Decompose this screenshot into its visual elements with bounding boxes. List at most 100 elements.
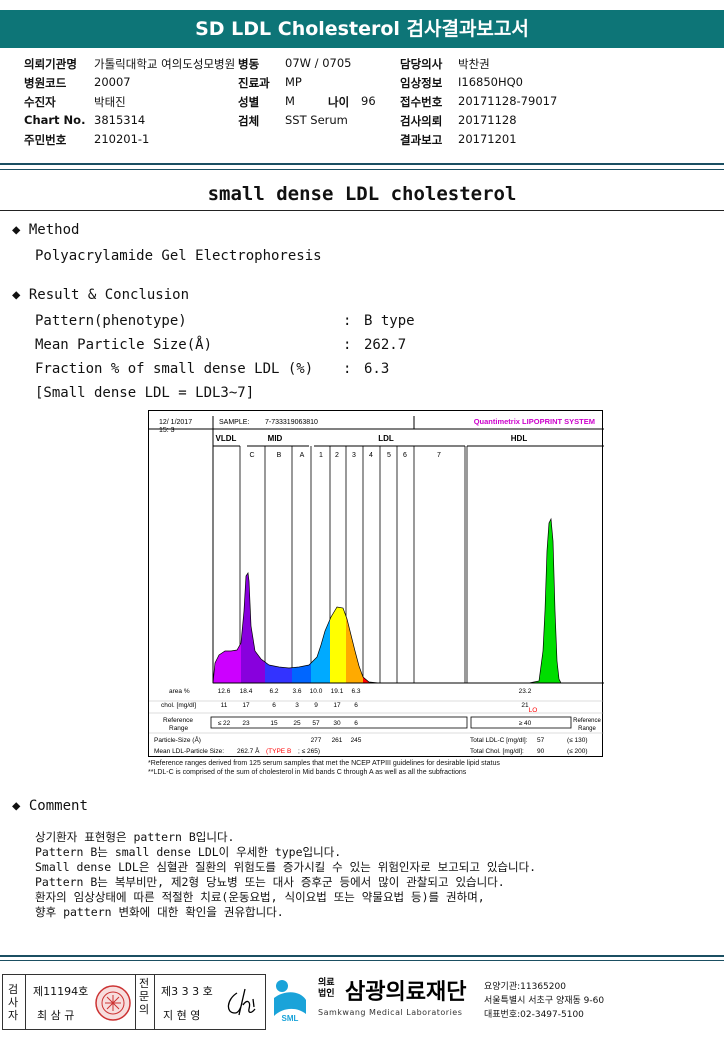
- band-fill-region: [465, 519, 604, 683]
- result-colon: :: [343, 313, 352, 329]
- table-ref-label-1: Reference: [163, 717, 193, 724]
- result-heading: Result & Conclusion: [28, 287, 190, 303]
- value-receipt-no: 20171128-79017: [458, 94, 558, 108]
- table-total-chol-value: 90: [537, 748, 545, 755]
- divider: [0, 163, 724, 165]
- chol-value: 17: [242, 702, 250, 709]
- chart-date: 12/ 1/2017: [159, 419, 192, 426]
- table-mean-type: (TYPE B: [266, 748, 291, 755]
- label-age: 나이: [328, 95, 350, 109]
- divider: [154, 975, 155, 1029]
- comment-line: Pattern B는 복부비만, 제2형 당뇨병 또는 대사 증후군 등에서 많…: [35, 875, 505, 889]
- chol-value: 6: [272, 702, 276, 709]
- value-patient: 박태진: [94, 95, 126, 109]
- sml-logo-icon: SML: [274, 980, 306, 1023]
- value-request-date: 20171128: [458, 113, 517, 127]
- ref-value: 25: [293, 720, 301, 727]
- chart-sample-id: 7-733319063810: [265, 419, 318, 426]
- band-label: C: [249, 452, 254, 459]
- result-label-fraction: Fraction % of small dense LDL (%): [35, 361, 314, 377]
- report-title: small dense LDL cholesterol: [207, 183, 517, 205]
- result-colon: :: [343, 337, 352, 353]
- value-clinical-info: I16850HQ0: [458, 75, 523, 89]
- band-label: 3: [352, 452, 356, 459]
- divider: [0, 169, 724, 170]
- method-heading: Method: [28, 222, 80, 238]
- ref-value: ≥ 40: [519, 720, 532, 727]
- org-english-name: Samkwang Medical Laboratories: [318, 1008, 463, 1017]
- value-hospital-code: 20007: [94, 75, 131, 89]
- table-particle-label: Particle-Size (Å): [154, 735, 201, 744]
- area-value: 18.4: [240, 688, 253, 695]
- chol-value: 21: [521, 702, 529, 709]
- signer-id-2: 제3 3 3 호: [161, 985, 213, 998]
- org-info-line: 서울특별시 서초구 양재동 9-60: [484, 996, 605, 1006]
- area-value: 10.0: [310, 688, 323, 695]
- particle-value: 245: [351, 737, 362, 744]
- handwritten-signature: [227, 988, 256, 1016]
- label-resident-no: 주민번호: [24, 133, 67, 147]
- value-department: MP: [285, 75, 302, 89]
- result-value-size: 262.7: [364, 337, 407, 353]
- label-sex: 성별: [238, 95, 260, 109]
- org-name: 삼광의료재단: [345, 980, 467, 1005]
- band-fill-region: [363, 519, 380, 683]
- chart-table: area % chol. [mg/dl] Reference Range Par…: [149, 688, 604, 755]
- area-value: 3.6: [292, 688, 301, 695]
- table-area-label: area %: [169, 688, 190, 695]
- table-total-chol-ref: (≤ 200): [567, 748, 588, 755]
- chart-footnote-2: **LDL-C is comprised of the sum of chole…: [148, 769, 467, 776]
- band-label: A: [300, 452, 305, 459]
- band-fill-region: [241, 519, 265, 683]
- group-label-hdl: HDL: [511, 434, 528, 443]
- band-label: 6: [403, 452, 407, 459]
- result-label-pattern: Pattern(phenotype): [35, 313, 187, 329]
- label-department: 진료과: [238, 76, 270, 90]
- chart-title: Quantimetrix LIPOPRINT SYSTEM: [474, 417, 595, 426]
- label-specimen: 검체: [238, 114, 260, 128]
- label-report-date: 결과보고: [400, 133, 443, 147]
- value-chart-no: 3815314: [94, 113, 146, 127]
- value-resident-no: 210201-1: [94, 132, 150, 146]
- comment-body: 상기환자 표현형은 pattern B입니다. Pattern B는 small…: [35, 830, 536, 920]
- value-sex: M: [285, 94, 295, 108]
- table-total-chol-label: Total Chol. [mg/dl]:: [470, 748, 524, 755]
- particle-value: 277: [311, 737, 322, 744]
- label-ward: 병동: [238, 57, 260, 71]
- value-doctor: 박찬권: [458, 57, 490, 71]
- table-ref-label-right-1: Reference: [573, 718, 601, 724]
- result-label-size: Mean Particle Size(Å): [35, 337, 213, 353]
- area-value: 6.3: [351, 688, 360, 695]
- value-specimen: SST Serum: [285, 113, 348, 127]
- label-receipt-no: 접수번호: [400, 95, 443, 109]
- table-ref-label-right-2: Range: [578, 726, 596, 732]
- table-mean-label: Mean LDL-Particle Size:: [154, 748, 224, 755]
- lipoprint-chart: 12/ 1/2017 15: 3 SAMPLE: 7-733319063810 …: [148, 410, 604, 757]
- ref-value: 6: [354, 720, 358, 727]
- table-total-ldl-value: 57: [537, 737, 545, 744]
- chol-value: 6: [354, 702, 358, 709]
- table-total-ldl-label: Total LDL-C [mg/dl]:: [470, 737, 528, 744]
- chol-value: 9: [314, 702, 318, 709]
- table-chol-label: chol. [mg/dl]: [161, 702, 196, 709]
- band-label: 1: [319, 452, 323, 459]
- table-mean-value: 262.7 Å: [237, 746, 260, 755]
- area-value: 23.2: [519, 688, 532, 695]
- result-value-fraction: 6.3: [364, 361, 390, 377]
- patient-info-section: 의뢰기관명 가톨릭대학교 여의도성모병원 병동 07W / 0705 담당의사 …: [24, 54, 714, 154]
- signer-id-1: 제11194호: [33, 985, 89, 998]
- logo-text: SML: [282, 1014, 299, 1023]
- signer-name-1: 최 삼 규: [37, 1009, 75, 1022]
- comment-line: 상기환자 표현형은 pattern B입니다.: [35, 830, 235, 844]
- label-request-date: 검사의뢰: [400, 114, 443, 128]
- report-header-title: SD LDL Cholesterol 검사결과보고서: [0, 10, 724, 48]
- group-label-ldl: LDL: [378, 434, 394, 443]
- group-label-mid: MID: [268, 434, 283, 443]
- chart-time: 15: 3: [159, 427, 175, 434]
- signature-block: 검사자 제11194호 최 삼 규 전문의 제3 3 3 호 지 현 영: [2, 974, 266, 1030]
- org-type: 의료 법인: [318, 978, 335, 1000]
- official-seal-icon: [95, 985, 131, 1021]
- label-hospital-code: 병원코드: [24, 76, 67, 90]
- comment-line: 환자의 임상상태에 따른 적절한 치료(운동요법, 식이요법 또는 약물요법 등…: [35, 890, 485, 904]
- org-contact-info: 요양기관:11365200 서울특별시 서초구 양재동 9-60 대표번호:02…: [484, 980, 604, 1022]
